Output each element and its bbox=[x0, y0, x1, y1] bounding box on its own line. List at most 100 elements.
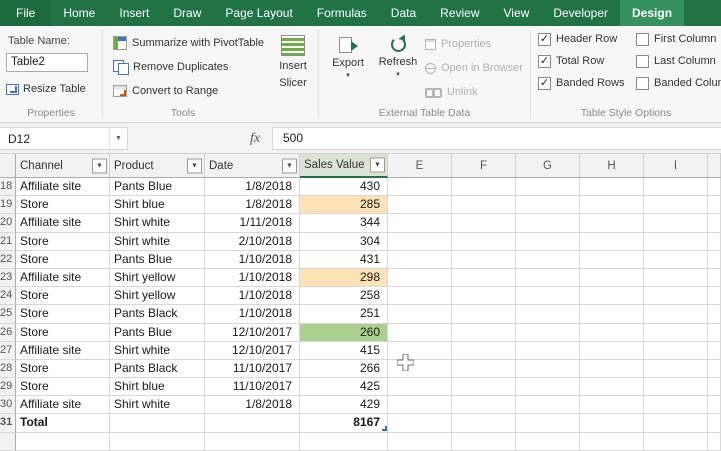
cell[interactable]: Pants Blue bbox=[110, 178, 205, 197]
row-number[interactable]: 18 bbox=[0, 178, 16, 197]
row-number[interactable]: 28 bbox=[0, 359, 16, 379]
cell[interactable] bbox=[644, 178, 708, 197]
tab-data[interactable]: Data bbox=[379, 0, 428, 26]
name-box[interactable]: D12 ▼ bbox=[0, 127, 128, 150]
filter-dropdown-icon[interactable]: ▼ bbox=[187, 158, 202, 173]
cell[interactable]: Affiliate site bbox=[16, 396, 110, 415]
cell[interactable]: 344 bbox=[300, 214, 388, 233]
cell[interactable] bbox=[388, 305, 452, 324]
column-header-sales-value[interactable]: Sales Value ▼ bbox=[300, 154, 388, 178]
cell[interactable] bbox=[388, 414, 452, 433]
cell[interactable]: 1/10/2018 bbox=[205, 250, 300, 269]
cell[interactable] bbox=[644, 268, 708, 288]
checkbox-icon[interactable] bbox=[636, 76, 649, 90]
tab-draw[interactable]: Draw bbox=[161, 0, 213, 26]
insert-slicer-button[interactable]: Insert Slicer bbox=[270, 30, 316, 106]
tab-home[interactable]: Home bbox=[51, 0, 107, 26]
cell[interactable] bbox=[580, 268, 644, 288]
cell[interactable]: Pants Blue bbox=[110, 250, 205, 269]
tab-insert[interactable]: Insert bbox=[107, 0, 161, 26]
cell[interactable]: Store bbox=[16, 305, 110, 324]
row-number[interactable]: 24 bbox=[0, 287, 16, 306]
column-header-blank[interactable] bbox=[708, 154, 721, 178]
checkbox-icon[interactable]: ✓ bbox=[538, 32, 551, 46]
cell[interactable] bbox=[516, 341, 580, 360]
cell[interactable] bbox=[516, 232, 580, 251]
option-header-row[interactable]: ✓ Header Row bbox=[538, 32, 625, 46]
tab-formulas[interactable]: Formulas bbox=[305, 0, 379, 26]
cell[interactable]: Total bbox=[16, 414, 110, 433]
cell[interactable] bbox=[708, 214, 721, 233]
cell[interactable] bbox=[452, 396, 516, 415]
cell[interactable] bbox=[516, 432, 580, 451]
cell[interactable]: Store bbox=[16, 196, 110, 215]
cell[interactable] bbox=[580, 396, 644, 415]
cell[interactable] bbox=[580, 287, 644, 306]
cell[interactable] bbox=[516, 359, 580, 379]
cell[interactable] bbox=[708, 250, 721, 269]
cell[interactable] bbox=[516, 323, 580, 342]
cell[interactable]: 425 bbox=[300, 378, 388, 397]
cell[interactable] bbox=[516, 250, 580, 269]
cell[interactable]: Shirt yellow bbox=[110, 268, 205, 288]
cell[interactable]: 260 bbox=[300, 323, 388, 342]
filter-dropdown-icon[interactable]: ▼ bbox=[370, 157, 385, 173]
cell[interactable]: 431 bbox=[300, 250, 388, 269]
cell[interactable] bbox=[580, 359, 644, 379]
row-number[interactable]: 20 bbox=[0, 214, 16, 233]
cell[interactable] bbox=[452, 378, 516, 397]
cell[interactable] bbox=[644, 250, 708, 269]
tab-page-layout[interactable]: Page Layout bbox=[213, 0, 304, 26]
cell[interactable] bbox=[580, 232, 644, 251]
cell[interactable]: 266 bbox=[300, 359, 388, 379]
cell[interactable]: Store bbox=[16, 250, 110, 269]
cell[interactable]: 430 bbox=[300, 178, 388, 197]
cell[interactable]: 1/8/2018 bbox=[205, 396, 300, 415]
cell[interactable] bbox=[644, 196, 708, 215]
cell[interactable] bbox=[388, 250, 452, 269]
cell[interactable] bbox=[580, 305, 644, 324]
row-number[interactable]: 30 bbox=[0, 396, 16, 415]
column-header-i[interactable]: I bbox=[644, 154, 708, 178]
tab-file[interactable]: File bbox=[0, 0, 52, 26]
cell[interactable] bbox=[388, 232, 452, 251]
cell[interactable]: Store bbox=[16, 287, 110, 306]
cell[interactable] bbox=[644, 414, 708, 433]
cell[interactable] bbox=[708, 341, 721, 360]
cell[interactable]: 1/8/2018 bbox=[205, 178, 300, 197]
cell[interactable]: Shirt white bbox=[110, 232, 205, 251]
cell[interactable] bbox=[516, 378, 580, 397]
cell[interactable] bbox=[580, 378, 644, 397]
cell[interactable]: 11/10/2017 bbox=[205, 359, 300, 379]
cell[interactable] bbox=[452, 323, 516, 342]
cell[interactable] bbox=[580, 414, 644, 433]
cell[interactable] bbox=[452, 414, 516, 433]
cell[interactable]: 258 bbox=[300, 287, 388, 306]
cell[interactable] bbox=[580, 214, 644, 233]
cell[interactable]: Affiliate site bbox=[16, 178, 110, 197]
row-number[interactable] bbox=[0, 432, 16, 451]
remove-duplicates-button[interactable]: Remove Duplicates bbox=[113, 58, 228, 76]
cell[interactable]: Pants Black bbox=[110, 359, 205, 379]
cell[interactable] bbox=[644, 287, 708, 306]
cell[interactable]: Pants Black bbox=[110, 305, 205, 324]
cell[interactable] bbox=[708, 432, 721, 451]
cell[interactable] bbox=[708, 178, 721, 197]
tab-developer[interactable]: Developer bbox=[541, 0, 620, 26]
cell[interactable]: Store bbox=[16, 378, 110, 397]
cell[interactable]: 415 bbox=[300, 341, 388, 360]
refresh-button[interactable]: Refresh ▼ bbox=[375, 30, 421, 106]
cell[interactable] bbox=[644, 305, 708, 324]
row-number[interactable]: 19 bbox=[0, 196, 16, 215]
row-number[interactable]: 25 bbox=[0, 305, 16, 324]
checkbox-icon[interactable] bbox=[636, 32, 649, 46]
column-header-product[interactable]: Product ▼ bbox=[110, 154, 205, 178]
cell[interactable] bbox=[580, 196, 644, 215]
cell[interactable] bbox=[452, 250, 516, 269]
row-number[interactable]: 31 bbox=[0, 414, 16, 433]
cell[interactable] bbox=[110, 432, 205, 451]
cell[interactable] bbox=[388, 378, 452, 397]
cell[interactable]: Affiliate site bbox=[16, 268, 110, 288]
cell[interactable] bbox=[708, 378, 721, 397]
cell[interactable] bbox=[516, 196, 580, 215]
